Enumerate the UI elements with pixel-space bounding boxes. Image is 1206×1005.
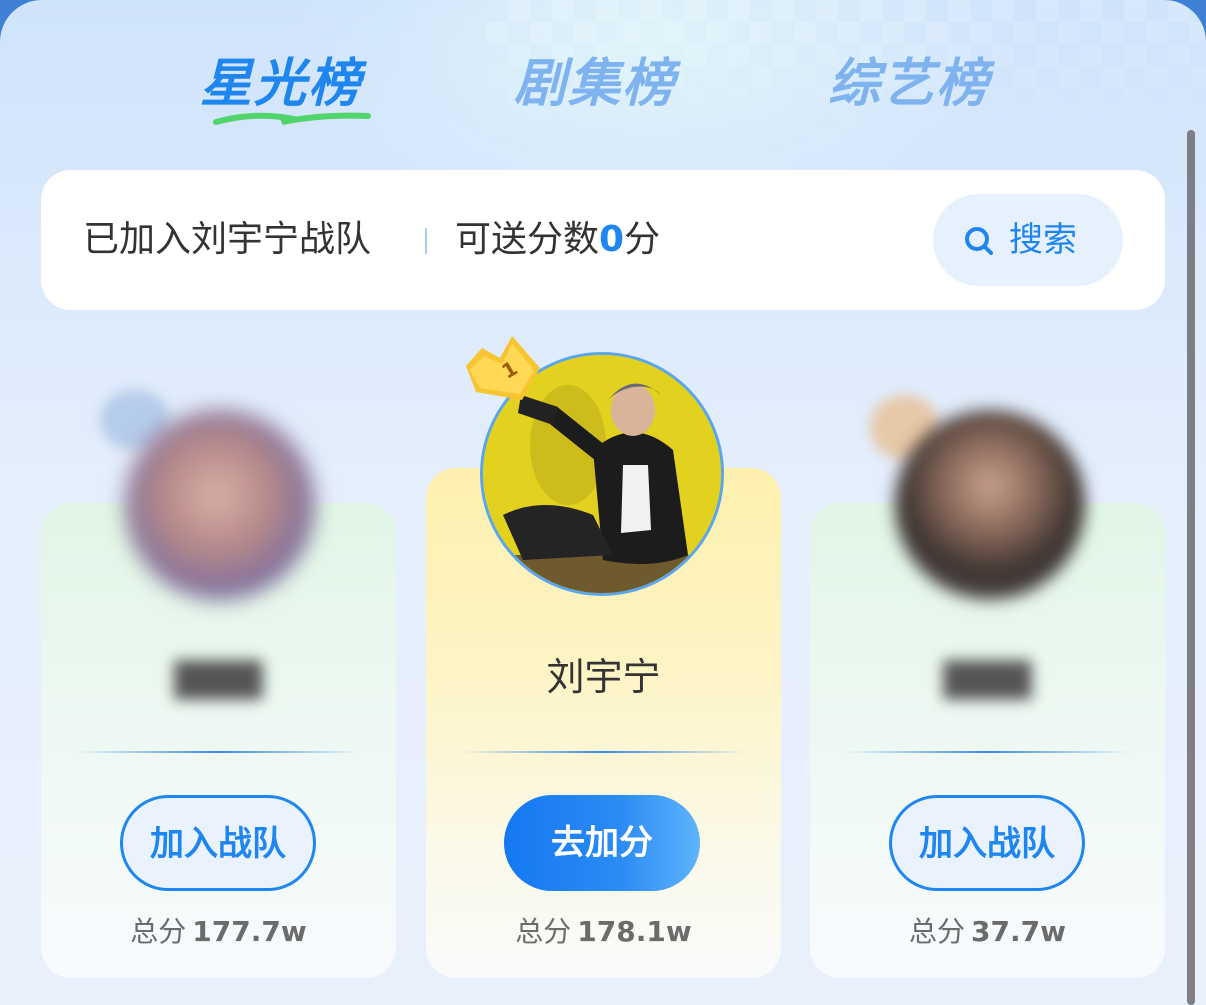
tab-drama-ranking[interactable]: 剧集榜 [514,48,676,120]
search-icon [965,227,993,255]
scrollbar[interactable] [1187,130,1195,1005]
search-button[interactable]: 搜索 [933,194,1123,286]
active-tab-underline [213,112,371,125]
card-divider [845,751,1130,753]
contestant-name-first: 刘宇宁 [546,655,661,699]
rank-1-crown-icon: 1 [466,336,540,400]
score-value: 177.7w [192,915,307,948]
available-points-text: 可送分数0分 [455,216,660,264]
total-score-right: 总分 37.7w [810,910,1165,954]
contestant-name-right: ▇▇▇ [943,655,1032,699]
tab-variety-ranking[interactable]: 综艺榜 [828,48,990,120]
contestant-name-left: ▇▇▇ [174,655,263,699]
join-team-button-left[interactable]: 加入战队 [120,795,316,891]
avatar-left[interactable] [125,410,315,600]
total-score-left: 总分 177.7w [41,910,396,954]
score-value: 37.7w [971,915,1066,948]
points-value: 0 [599,219,625,260]
points-prefix: 可送分数 [455,219,600,260]
ranking-panel: 星光榜 剧集榜 综艺榜 已加入刘宇宁战队 可送分数0分 搜索 1 ▇▇▇ 刘宇宁… [0,0,1206,1005]
points-suffix: 分 [624,219,661,260]
search-label: 搜索 [1009,220,1077,260]
score-label: 总分 [515,915,572,948]
team-info-bar: 已加入刘宇宁战队 可送分数0分 搜索 [41,170,1165,310]
info-divider [425,228,427,254]
score-label: 总分 [909,915,966,948]
card-divider [461,751,746,753]
join-team-button-right[interactable]: 加入战队 [889,795,1085,891]
add-points-button[interactable]: 去加分 [504,795,700,891]
score-label: 总分 [130,915,187,948]
joined-team-text: 已加入刘宇宁战队 [83,219,372,260]
score-value: 178.1w [577,915,692,948]
avatar-right[interactable] [895,410,1085,600]
total-score-first: 总分 178.1w [426,910,781,954]
card-divider [76,751,361,753]
